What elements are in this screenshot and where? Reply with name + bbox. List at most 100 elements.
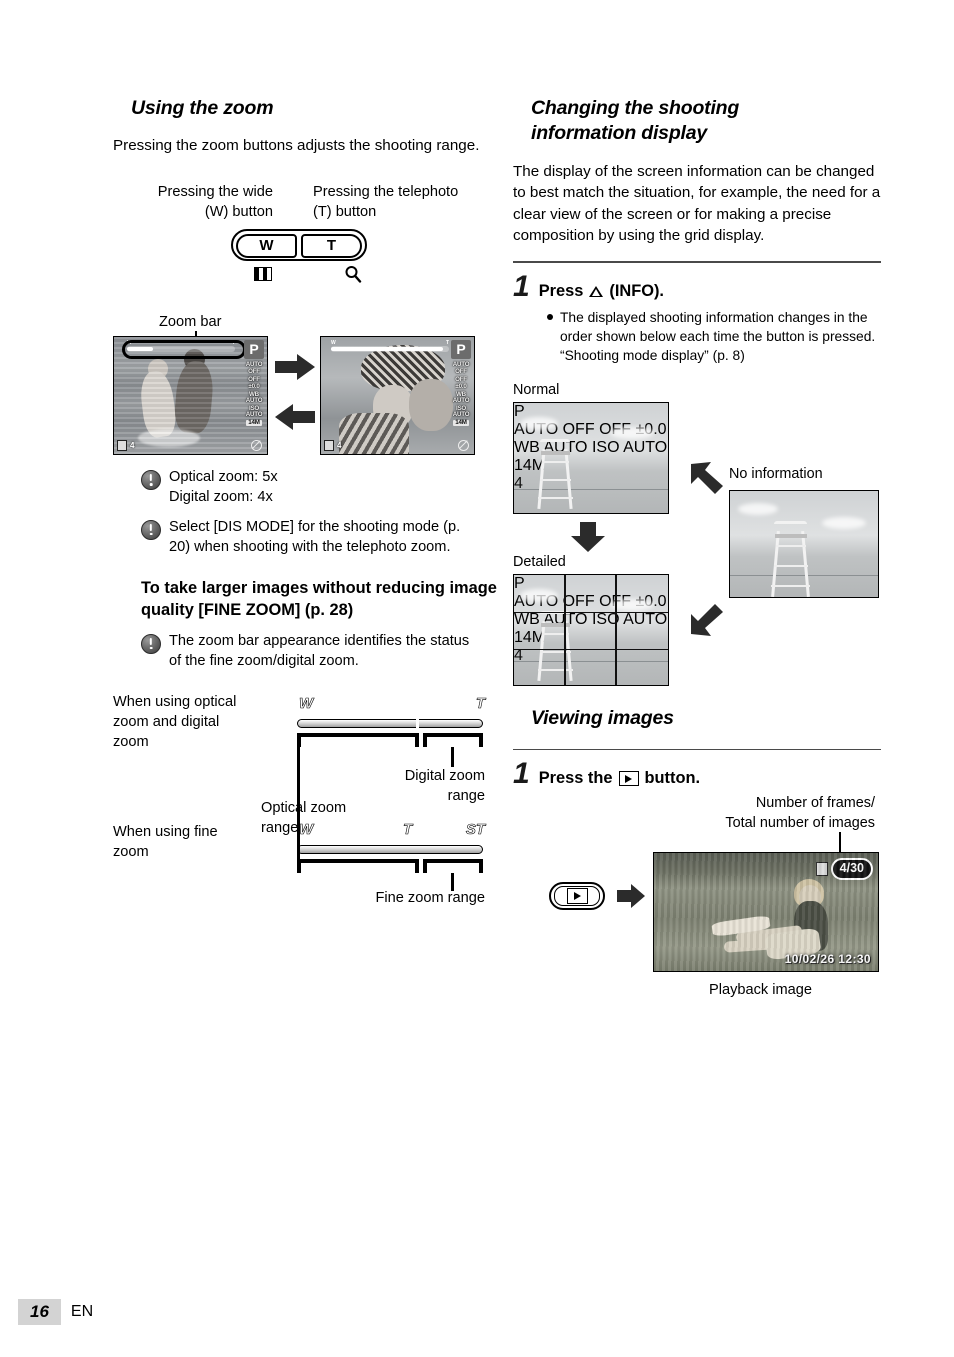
grid-overlay: [514, 574, 668, 685]
cloud: [610, 426, 654, 439]
fine-zoom-range-caption: Fine zoom range: [375, 890, 485, 907]
info-display-diagram: Normal P OFF WB AUTO ISO AUTO 14M 4 Deta…: [513, 382, 881, 690]
language-code: EN: [70, 1303, 94, 1320]
thumbnail-index-icon: [254, 266, 272, 281]
subject-body-a: [138, 369, 178, 439]
subject-body-b: [172, 359, 216, 435]
section-title: Using the zoom: [131, 97, 274, 119]
playback-glyph-icon: [566, 888, 588, 905]
wide-button[interactable]: W: [236, 233, 297, 258]
fine-zoom-bracket: [423, 859, 483, 874]
exclamation-icon: [141, 519, 161, 558]
divider: [513, 261, 881, 263]
lcd-wide-preview: W T P AUTO OFF OFF ±0.0 WB AUTO ISO AUTO…: [113, 335, 268, 455]
zoom-range-1-label: When using optical zoom and digital zoom: [113, 694, 237, 751]
section-title: Changing the shooting information displa…: [531, 97, 740, 145]
digital-range-caption: Digital zoom range: [404, 768, 485, 805]
arrow-down-icon: [571, 521, 605, 557]
lifeguard-chair: [766, 520, 818, 597]
zoom-rocker-body: W T: [231, 228, 367, 261]
zoom-bar-label: Zoom bar: [159, 313, 222, 330]
subject-dress: [339, 412, 409, 454]
remaining-frames-tele: 4: [324, 439, 342, 451]
tick-w-1: W: [299, 695, 314, 713]
tick-w-2: W: [299, 821, 314, 839]
memory-card-icon: [117, 439, 127, 451]
zoom-track-1: [297, 718, 483, 730]
white-balance-label-tele: WB AUTO: [452, 390, 470, 405]
label-normal: Normal: [513, 381, 560, 398]
remaining-frames: 4: [117, 439, 135, 451]
zoom-bar-t-mark-tele: T: [445, 339, 449, 346]
zoom-bar-highlight-ellipse: [122, 339, 246, 359]
remaining-frames-value-tele: 4: [337, 440, 342, 450]
zoom-direction-arrows: [275, 353, 319, 438]
playback-button-inner: [554, 886, 600, 907]
arrow-left-icon: [275, 403, 315, 430]
digital-range-bracket: [423, 733, 483, 748]
step-title: Press the button.: [538, 769, 701, 788]
telephoto-button[interactable]: T: [301, 233, 362, 258]
section-header-viewing-images: Viewing images: [513, 706, 881, 734]
step-number: 1: [513, 269, 530, 303]
step-1-bullet-text: The displayed shooting information chang…: [560, 309, 876, 364]
caption-leader-line: [839, 832, 841, 853]
page-footer: 16 EN: [18, 1299, 93, 1325]
no-sound-icon: [251, 439, 262, 451]
exclamation-icon: [141, 469, 161, 508]
playback-image-caption: Playback image: [709, 982, 813, 999]
cloud: [520, 416, 558, 430]
white-balance-label: WB AUTO: [245, 390, 263, 405]
tick-t-1: T: [475, 695, 486, 713]
exposure-comp-label-tele: ±0.0: [455, 383, 467, 391]
lcd-normal-display: P AUTO OFF OFF ±0.0 WB AUTO ISO AUTO 14M…: [513, 401, 669, 514]
zoom-range-diagram-fine: When using fine zoom W T ST Fine zoom ra…: [113, 783, 485, 919]
image-size-label-tele: 14M: [453, 418, 469, 427]
exclamation-icon: [141, 633, 161, 672]
zoom-bar-fill-tele: [331, 346, 443, 351]
frame-counter: 4/30: [815, 858, 873, 881]
magnifier-icon: [344, 265, 362, 283]
shooting-mode-badge-tele: P: [451, 339, 471, 359]
exposure-comp-label: ±0.0: [248, 383, 260, 391]
zoom-rocker-illustration: W T: [231, 228, 371, 288]
memory-card-icon-tele: [324, 439, 334, 451]
wide-button-caption: Pressing the wide (W) button: [157, 183, 273, 220]
section-header-changing-display: Changing the shooting information displa…: [513, 96, 881, 150]
arrow-right-icon: [617, 884, 645, 913]
step-1-press-playback: 1 Press the button.: [513, 757, 881, 791]
subject-face-b: [409, 378, 453, 431]
lcd-side-icons: AUTO OFF OFF ±0.0 WB AUTO ISO AUTO 14M: [243, 361, 265, 427]
macro-icon-label-tele: OFF: [455, 368, 467, 376]
note-zoom-bar-appearance: The zoom bar appearance identifies the s…: [141, 631, 485, 672]
shooting-mode-badge: P: [244, 339, 264, 359]
step-title: Press (INFO).: [538, 281, 664, 300]
step-number: 1: [513, 757, 530, 791]
cloud: [738, 502, 778, 515]
zoom-track-2: [297, 845, 483, 855]
right-column: Changing the shooting information displa…: [513, 96, 881, 1024]
remaining-frames-value: 4: [130, 440, 135, 450]
zoom-bar-indicator-tele: W T: [331, 340, 449, 352]
telephoto-button-caption: Pressing the telephoto (T) button: [313, 183, 459, 220]
subsection-fine-zoom-title: To take larger images without reducing i…: [141, 578, 497, 619]
arrow-upright-icon: [689, 460, 725, 499]
zoom-rocker-icons: [231, 264, 371, 288]
playback-button[interactable]: [549, 882, 605, 911]
intro-paragraph: Pressing the zoom buttons adjusts the sh…: [113, 137, 480, 155]
bullet-dot: [547, 313, 553, 320]
arrow-upright-icon-2: [689, 603, 725, 643]
intro-paragraph: The display of the screen information ca…: [513, 162, 881, 245]
lcd-detailed-display: P AUTO OFF OFF ±0.0 WB AUTO ISO AUTO 14M…: [513, 573, 669, 686]
section-header-using-the-zoom: Using the zoom: [113, 96, 485, 125]
zoom-range-2-bar-area: W T ST Fine zoom range: [263, 783, 485, 919]
note-dis-mode-text: Select [DIS MODE] for the shooting mode …: [169, 518, 461, 556]
digital-zoom-value: Digital zoom: 4x: [169, 489, 273, 506]
note-zoom-bar-appearance-text: The zoom bar appearance identifies the s…: [169, 632, 470, 669]
zoom-comparison-row: W T P AUTO OFF OFF ±0.0 WB AUTO ISO AUTO…: [113, 330, 485, 458]
zoom-range-2-label: When using fine zoom: [113, 824, 218, 861]
step-1-press-info: 1 Press (INFO).: [513, 269, 881, 303]
label-detailed: Detailed: [513, 553, 566, 570]
water-splash: [138, 428, 200, 447]
page-number: 16: [18, 1299, 61, 1325]
